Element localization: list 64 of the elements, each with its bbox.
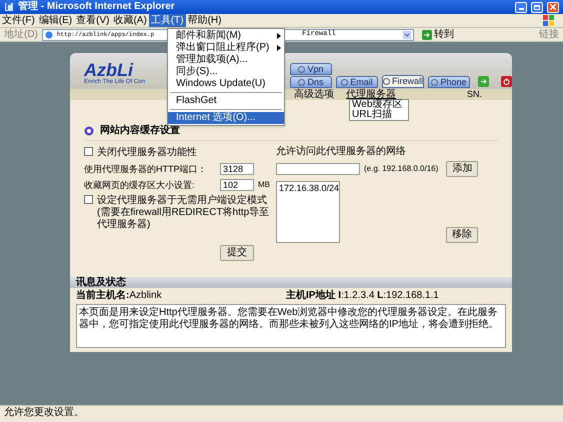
menu-entry[interactable]: FlashGet — [168, 95, 284, 107]
nav-tab[interactable]: Firewall — [382, 75, 424, 88]
dropdown-arrow-icon[interactable] — [402, 30, 411, 38]
go-button[interactable]: 转到 — [422, 30, 454, 40]
window-title: 管理 - Microsoft Internet Explorer — [18, 2, 176, 12]
menu-entry[interactable]: 管理加载项(A)... — [168, 54, 284, 66]
checkbox-label: 设定代理服务器于无需用户端设定模式(需要在firewall用REDIRECT将http导至代理服务器) — [97, 195, 270, 231]
menu-entry[interactable]: 弹出窗口阻止程序(P) — [168, 42, 284, 54]
network-list[interactable]: 172.16.38.0/24 — [276, 181, 340, 243]
maximize-button[interactable] — [531, 2, 543, 12]
proxy-menu-item[interactable]: URL扫描 — [350, 110, 408, 120]
nav-tab[interactable]: Dns — [290, 76, 332, 88]
sub-navigation-link[interactable]: 高级选项 — [294, 90, 334, 100]
menu-item[interactable]: 收藏(A) — [111, 14, 149, 27]
menu-item[interactable]: 编辑(E) — [36, 14, 74, 27]
address-label: 地址(D) — [4, 30, 38, 40]
checkbox[interactable] — [84, 195, 93, 204]
close-button[interactable] — [547, 2, 559, 12]
network-label: 允许访问此代理服务器的网络 — [276, 147, 407, 157]
menu-entry[interactable]: 邮件和新闻(M) — [168, 30, 284, 42]
field-label: 收藏网页的缓存区大小设置: — [84, 180, 196, 190]
power-icon[interactable] — [501, 76, 512, 87]
page-icon — [44, 30, 53, 38]
exit-icon[interactable] — [478, 76, 489, 87]
menu-entry[interactable]: 同步(S)... — [168, 66, 284, 78]
menu-item[interactable]: 帮助(H) — [186, 14, 224, 27]
host-ip: 主机IP地址 I:1.2.3.4 L:192.168.1.1 — [286, 291, 439, 301]
nav-tab[interactable]: Vpn — [290, 63, 332, 75]
arrow-icon — [422, 30, 432, 40]
browser-icon — [4, 2, 14, 12]
sub-navigation-link[interactable]: 代理服务器 — [346, 90, 396, 100]
sn-label: SN. — [466, 90, 482, 99]
close-icon — [550, 4, 556, 10]
menu-entry[interactable]: Internet 选项(O)... — [168, 112, 284, 124]
nav-tab[interactable]: Phone — [428, 76, 470, 88]
input-field[interactable]: 3128 — [220, 163, 254, 175]
menu-item[interactable]: 查看(V) — [74, 14, 112, 27]
menu-item[interactable]: 文件(F) — [0, 14, 37, 27]
submit-button[interactable]: 提交 — [220, 245, 254, 261]
tab-icon — [431, 78, 438, 86]
checkbox[interactable] — [84, 147, 93, 156]
remove-button[interactable]: 移除 — [446, 227, 478, 243]
minimize-button[interactable] — [515, 2, 527, 12]
host-name: 当前主机名:Azblink — [76, 291, 163, 301]
menu-item[interactable]: 工具(T) — [148, 14, 186, 27]
add-button[interactable]: 添加 — [446, 161, 478, 177]
input-field[interactable]: 102 — [220, 179, 254, 191]
logo: AzbLi — [84, 61, 134, 79]
checkbox-label: 关闭代理服务器功能性 — [97, 147, 197, 159]
network-hint: (e.g. 192.168.0.0/16) — [364, 165, 438, 173]
status-text: 允许您更改设置。 — [4, 408, 84, 418]
tab-icon — [383, 78, 390, 85]
windows-logo-icon — [543, 14, 555, 26]
field-label: 使用代理服务器的HTTP端口： — [84, 164, 208, 174]
proxy-menu-item[interactable]: Web缓存区 — [350, 100, 408, 110]
network-entry[interactable]: 172.16.38.0/24 — [279, 184, 337, 193]
network-input[interactable] — [276, 163, 360, 175]
info-title: 讯息及状态 — [76, 278, 126, 288]
description-box: 本页面是用来设定Http代理服务器。您需要在Web浏览器中修改您的代理服务器设定。在此服务器中，您可指定使用此代理服务器的网络。而那些未被列入这些网络的IP地址，将会遭到拒绝。 — [76, 304, 506, 348]
unit-label: MB — [258, 181, 270, 189]
nav-tab[interactable]: Email — [336, 76, 378, 88]
tab-icon — [341, 78, 348, 86]
section-icon — [84, 126, 94, 136]
menu-entry[interactable]: Windows Update(U) — [168, 78, 284, 90]
